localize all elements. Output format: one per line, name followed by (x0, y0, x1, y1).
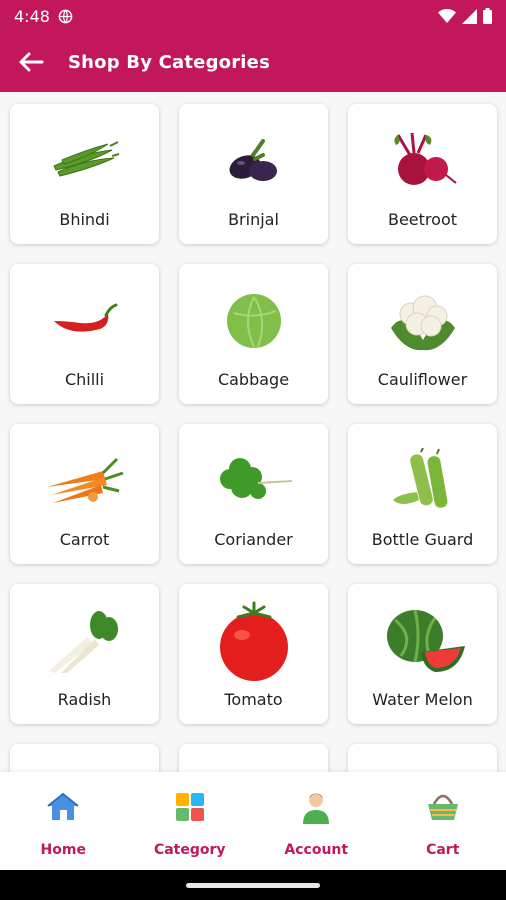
category-card-radish[interactable]: Radish (10, 584, 159, 724)
bottom-navigation: Home Category Account Cart (0, 772, 506, 870)
coriander-icon (212, 446, 296, 516)
radish-icon (43, 606, 127, 676)
category-label: Tomato (224, 690, 283, 709)
nav-category[interactable]: Category (127, 772, 254, 870)
bottle-gourd-icon (381, 446, 465, 516)
back-arrow-icon (19, 52, 44, 72)
wifi-icon (438, 9, 456, 23)
category-label: Bottle Guard (371, 530, 474, 549)
category-card-beetroot[interactable]: Beetroot (348, 104, 497, 244)
cart-basket-icon (424, 788, 462, 826)
category-label: Beetroot (387, 210, 457, 229)
category-card-brinjal[interactable]: Brinjal (179, 104, 328, 244)
back-button[interactable] (16, 47, 46, 77)
category-label: Cauliflower (377, 370, 468, 389)
page-title: Shop By Categories (68, 51, 271, 73)
eggplant-icon (212, 126, 296, 196)
cabbage-icon (212, 286, 296, 356)
category-label: Radish (57, 690, 112, 709)
nav-label: Category (153, 842, 226, 858)
category-card-carrot[interactable]: Carrot (10, 424, 159, 564)
home-icon (44, 788, 82, 826)
home-gesture-pill[interactable] (186, 882, 320, 888)
status-time: 4:48 (14, 6, 50, 26)
category-card-coriander[interactable]: Coriander (179, 424, 328, 564)
chilli-icon (43, 286, 127, 356)
category-card-partial[interactable] (10, 744, 159, 772)
category-grid[interactable]: Bhindi Brinjal Beetroot Chilli Cabbage C… (0, 92, 506, 772)
category-card-bhindi[interactable]: Bhindi (10, 104, 159, 244)
category-card-chilli[interactable]: Chilli (10, 264, 159, 404)
nav-label: Home (40, 842, 86, 858)
account-icon (297, 788, 335, 826)
vpn-globe-icon (58, 9, 73, 23)
cauliflower-icon (381, 286, 465, 356)
category-label: Cabbage (217, 370, 290, 389)
category-label: Water Melon (372, 690, 473, 709)
category-grid-icon (171, 788, 209, 826)
category-card-bottle-guard[interactable]: Bottle Guard (348, 424, 497, 564)
category-card-partial[interactable] (348, 744, 497, 772)
signal-icon (462, 8, 477, 24)
nav-label: Cart (426, 842, 460, 858)
nav-cart[interactable]: Cart (380, 772, 506, 870)
category-label: Coriander (214, 530, 293, 549)
category-label: Chilli (64, 370, 105, 389)
battery-icon (483, 8, 492, 24)
category-card-water-melon[interactable]: Water Melon (348, 584, 497, 724)
beetroot-icon (381, 126, 465, 196)
status-bar: 4:48 (0, 0, 506, 32)
category-label: Brinjal (228, 210, 279, 229)
system-navigation-bar (0, 870, 506, 900)
nav-label: Account (284, 842, 349, 858)
category-card-cauliflower[interactable]: Cauliflower (348, 264, 497, 404)
category-label: Bhindi (59, 210, 110, 229)
category-label: Carrot (59, 530, 110, 549)
category-card-partial[interactable] (179, 744, 328, 772)
nav-account[interactable]: Account (253, 772, 380, 870)
tomato-icon (212, 601, 296, 681)
okra-icon (43, 126, 127, 196)
app-bar: Shop By Categories (0, 32, 506, 92)
nav-home[interactable]: Home (0, 772, 127, 870)
category-card-cabbage[interactable]: Cabbage (179, 264, 328, 404)
carrot-icon (43, 446, 127, 516)
watermelon-icon (381, 606, 465, 676)
category-card-tomato[interactable]: Tomato (179, 584, 328, 724)
